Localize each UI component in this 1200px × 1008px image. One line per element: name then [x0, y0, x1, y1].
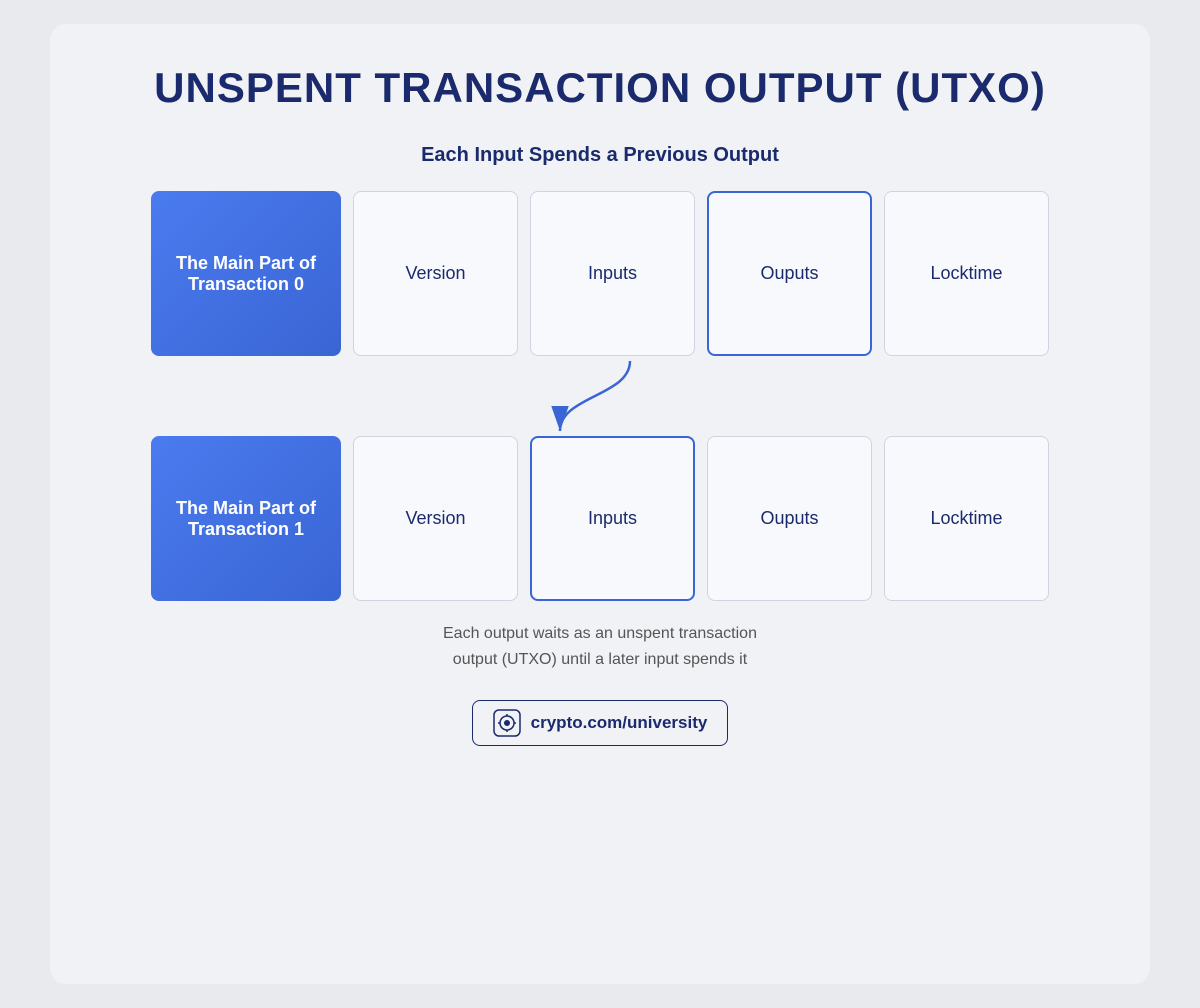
main-card: UNSPENT TRANSACTION OUTPUT (UTXO) Each I… — [50, 24, 1150, 984]
tx1-version-block: Version — [353, 436, 518, 601]
footer: crypto.com/university — [472, 700, 729, 746]
arrow-container — [110, 356, 1090, 436]
tx0-version-block: Version — [353, 191, 518, 356]
connection-arrow — [500, 356, 700, 436]
subtitle: Each Input Spends a Previous Output — [421, 144, 779, 167]
tx0-inputs-block: Inputs — [530, 191, 695, 356]
footer-link: crypto.com/university — [531, 713, 708, 733]
tx1-locktime-block: Locktime — [884, 436, 1049, 601]
crypto-logo-icon — [493, 709, 521, 737]
transaction-1-row: The Main Part of Transaction 1 Version I… — [110, 436, 1090, 601]
tx0-outputs-block: Ouputs — [707, 191, 872, 356]
tx1-inputs-block: Inputs — [530, 436, 695, 601]
bottom-note: Each output waits as an unspent transact… — [443, 621, 757, 672]
transaction-0-row: The Main Part of Transaction 0 Version I… — [110, 191, 1090, 356]
page-title: UNSPENT TRANSACTION OUTPUT (UTXO) — [154, 64, 1046, 112]
tx1-outputs-block: Ouputs — [707, 436, 872, 601]
tx0-locktime-block: Locktime — [884, 191, 1049, 356]
tx1-main-block: The Main Part of Transaction 1 — [151, 436, 341, 601]
tx0-main-block: The Main Part of Transaction 0 — [151, 191, 341, 356]
